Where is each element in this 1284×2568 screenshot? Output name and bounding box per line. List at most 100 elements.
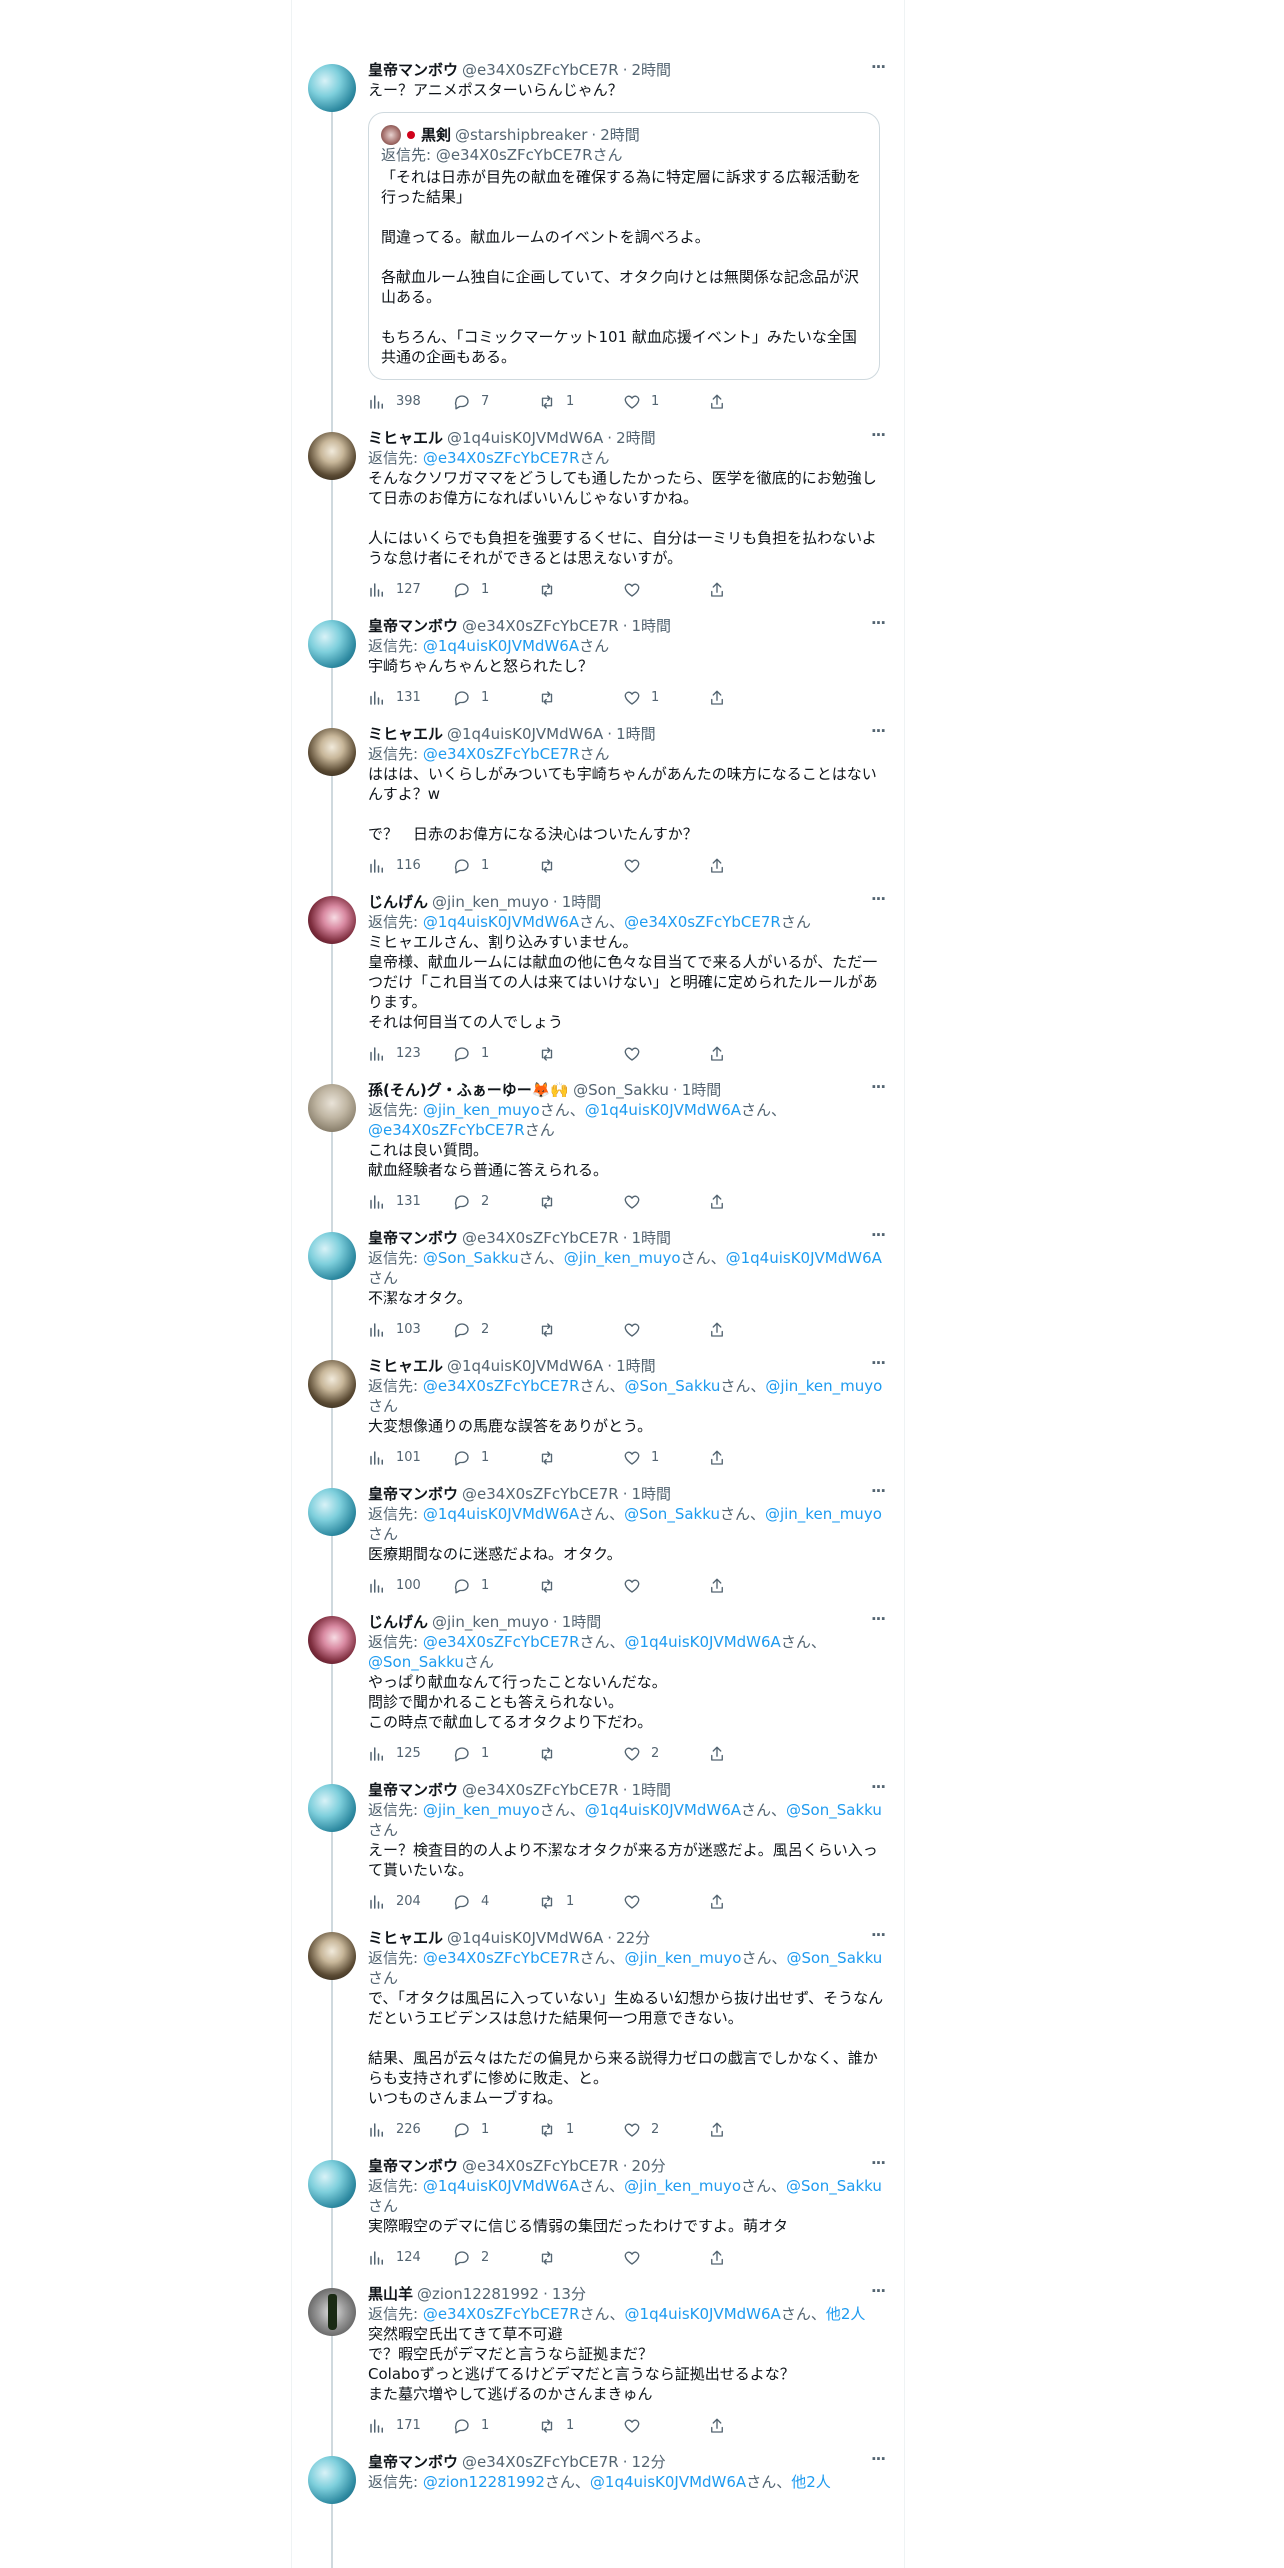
mention-link[interactable]: @1q4uisK0JVMdW6A (423, 1505, 579, 1523)
mention-link[interactable]: @jin_ken_muyo (765, 1377, 882, 1395)
more-options-icon[interactable]: ··· (868, 1080, 888, 1100)
timestamp[interactable]: 22分 (616, 1928, 650, 1948)
mention-link[interactable]: @jin_ken_muyo (625, 1949, 742, 1967)
mention-link[interactable]: @jin_ken_muyo (765, 1505, 882, 1523)
retweets-button[interactable] (538, 1320, 623, 1340)
user-handle[interactable]: @zion12281992 (417, 2284, 539, 2304)
more-options-icon[interactable]: ··· (868, 428, 888, 448)
user-handle[interactable]: @e34X0sZFcYbCE7R (462, 1484, 619, 1504)
share-button[interactable] (708, 1576, 793, 1596)
share-button[interactable] (708, 688, 793, 708)
tweet[interactable]: じんげん @jin_ken_muyo · 1時間 ··· 返信先: @1q4uisK0JV… (292, 892, 904, 1080)
timestamp[interactable]: 2時間 (632, 60, 672, 80)
more-options-icon[interactable]: ··· (868, 1612, 888, 1632)
timestamp[interactable]: 1時間 (632, 1484, 672, 1504)
views-button[interactable]: 101 (368, 1448, 453, 1468)
more-options-icon[interactable]: ··· (868, 724, 888, 744)
avatar[interactable] (308, 620, 356, 668)
mention-link[interactable]: @jin_ken_muyo (423, 1801, 540, 1819)
views-button[interactable]: 125 (368, 1744, 453, 1764)
views-button[interactable]: 127 (368, 580, 453, 600)
tweet[interactable]: 皇帝マンボウ @e34X0sZFcYbCE7R · 1時間 ··· 返信先: @jin_k… (292, 1780, 904, 1928)
avatar[interactable] (308, 1784, 356, 1832)
mention-link[interactable]: @1q4uisK0JVMdW6A (585, 1801, 741, 1819)
views-button[interactable]: 124 (368, 2248, 453, 2268)
mention-link[interactable]: @1q4uisK0JVMdW6A (585, 1101, 741, 1119)
views-button[interactable]: 171 (368, 2416, 453, 2436)
display-name[interactable]: 皇帝マンボウ (368, 1780, 458, 1800)
user-handle[interactable]: @1q4uisK0JVMdW6A (447, 428, 603, 448)
mention-link[interactable]: @Son_Sakku (423, 1249, 519, 1267)
user-handle[interactable]: @e34X0sZFcYbCE7R (462, 2452, 619, 2472)
replies-button[interactable]: 1 (453, 1576, 538, 1596)
display-name[interactable]: ミヒャエル (368, 1356, 443, 1376)
share-button[interactable] (708, 1192, 793, 1212)
tweet[interactable]: 皇帝マンボウ @e34X0sZFcYbCE7R · 1時間 ··· 返信先: @Son_S… (292, 1228, 904, 1356)
timestamp[interactable]: 13分 (552, 2284, 586, 2304)
replies-button[interactable]: 4 (453, 1892, 538, 1912)
likes-button[interactable] (623, 1576, 708, 1596)
avatar[interactable] (308, 1084, 356, 1132)
mention-link[interactable]: @jin_ken_muyo (564, 1249, 681, 1267)
mention-link[interactable]: @e34X0sZFcYbCE7R (423, 745, 580, 763)
mention-link[interactable]: @1q4uisK0JVMdW6A (625, 1633, 781, 1651)
avatar[interactable] (308, 1616, 356, 1664)
views-button[interactable]: 398 (368, 392, 453, 412)
mention-link[interactable]: @Son_Sakku (625, 1377, 721, 1395)
display-name[interactable]: ミヒャエル (368, 724, 443, 744)
likes-button[interactable] (623, 1892, 708, 1912)
mention-link[interactable]: @1q4uisK0JVMdW6A (625, 2305, 781, 2323)
replies-button[interactable]: 1 (453, 580, 538, 600)
views-button[interactable]: 204 (368, 1892, 453, 1912)
avatar[interactable] (308, 432, 356, 480)
views-button[interactable]: 226 (368, 2120, 453, 2140)
timestamp[interactable]: 2時間 (616, 428, 656, 448)
tweet[interactable]: 皇帝マンボウ @e34X0sZFcYbCE7R · 20分 ··· 返信先: @1q4ui… (292, 2156, 904, 2284)
user-handle[interactable]: @jin_ken_muyo (432, 1612, 549, 1632)
retweets-button[interactable]: 1 (538, 2416, 623, 2436)
mention-link[interactable]: @Son_Sakku (786, 1949, 882, 1967)
quoted-tweet[interactable]: 黒剣 @starshipbreaker · 2時間 返信先: @e34X0sZFcYbC… (368, 112, 880, 380)
share-button[interactable] (708, 1044, 793, 1064)
mention-link[interactable]: @1q4uisK0JVMdW6A (726, 1249, 882, 1267)
replies-button[interactable]: 1 (453, 2416, 538, 2436)
mention-link[interactable]: @Son_Sakku (624, 1505, 720, 1523)
avatar[interactable] (308, 2288, 356, 2336)
replies-button[interactable]: 1 (453, 2120, 538, 2140)
tweet[interactable]: ミヒャエル @1q4uisK0JVMdW6A · 1時間 ··· 返信先: @e34X0s… (292, 724, 904, 892)
retweets-button[interactable]: 1 (538, 2120, 623, 2140)
mention-link[interactable]: @Son_Sakku (786, 1801, 882, 1819)
display-name[interactable]: 皇帝マンボウ (368, 1484, 458, 1504)
mention-link[interactable]: @e34X0sZFcYbCE7R (624, 913, 781, 931)
timestamp[interactable]: 1時間 (632, 1780, 672, 1800)
views-button[interactable]: 116 (368, 856, 453, 876)
replies-button[interactable]: 1 (453, 856, 538, 876)
views-button[interactable]: 123 (368, 1044, 453, 1064)
display-name[interactable]: 皇帝マンボウ (368, 2452, 458, 2472)
timestamp[interactable]: 20分 (632, 2156, 666, 2176)
more-options-icon[interactable]: ··· (868, 2284, 888, 2304)
likes-button[interactable] (623, 2248, 708, 2268)
likes-button[interactable]: 1 (623, 1448, 708, 1468)
tweet[interactable]: じんげん @jin_ken_muyo · 1時間 ··· 返信先: @e34X0sZFcY… (292, 1612, 904, 1780)
likes-button[interactable] (623, 1044, 708, 1064)
replies-button[interactable]: 1 (453, 688, 538, 708)
user-handle[interactable]: @1q4uisK0JVMdW6A (447, 724, 603, 744)
user-handle[interactable]: @1q4uisK0JVMdW6A (447, 1928, 603, 1948)
tweet[interactable]: ミヒャエル @1q4uisK0JVMdW6A · 22分 ··· 返信先: @e34X0s… (292, 1928, 904, 2156)
mention-link[interactable]: 他2人 (826, 2305, 866, 2323)
likes-button[interactable]: 2 (623, 2120, 708, 2140)
replies-button[interactable]: 1 (453, 1448, 538, 1468)
tweet[interactable]: ミヒャエル @1q4uisK0JVMdW6A · 1時間 ··· 返信先: @e34X0s… (292, 1356, 904, 1484)
tweet[interactable]: 黒山羊 @zion12281992 · 13分 ··· 返信先: @e34X0sZFcYb… (292, 2284, 904, 2452)
display-name[interactable]: 皇帝マンボウ (368, 616, 458, 636)
display-name[interactable]: 皇帝マンボウ (368, 2156, 458, 2176)
display-name[interactable]: ミヒャエル (368, 428, 443, 448)
views-button[interactable]: 103 (368, 1320, 453, 1340)
mention-link[interactable]: @e34X0sZFcYbCE7R (423, 1949, 580, 1967)
tweet[interactable]: ミヒャエル @1q4uisK0JVMdW6A · 2時間 ··· 返信先: @e34X0s… (292, 428, 904, 616)
likes-button[interactable] (623, 2416, 708, 2436)
avatar[interactable] (308, 64, 356, 112)
user-handle[interactable]: @jin_ken_muyo (432, 892, 549, 912)
tweet[interactable]: 皇帝マンボウ @e34X0sZFcYbCE7R · 1時間 ··· 返信先: @1q4ui… (292, 616, 904, 724)
